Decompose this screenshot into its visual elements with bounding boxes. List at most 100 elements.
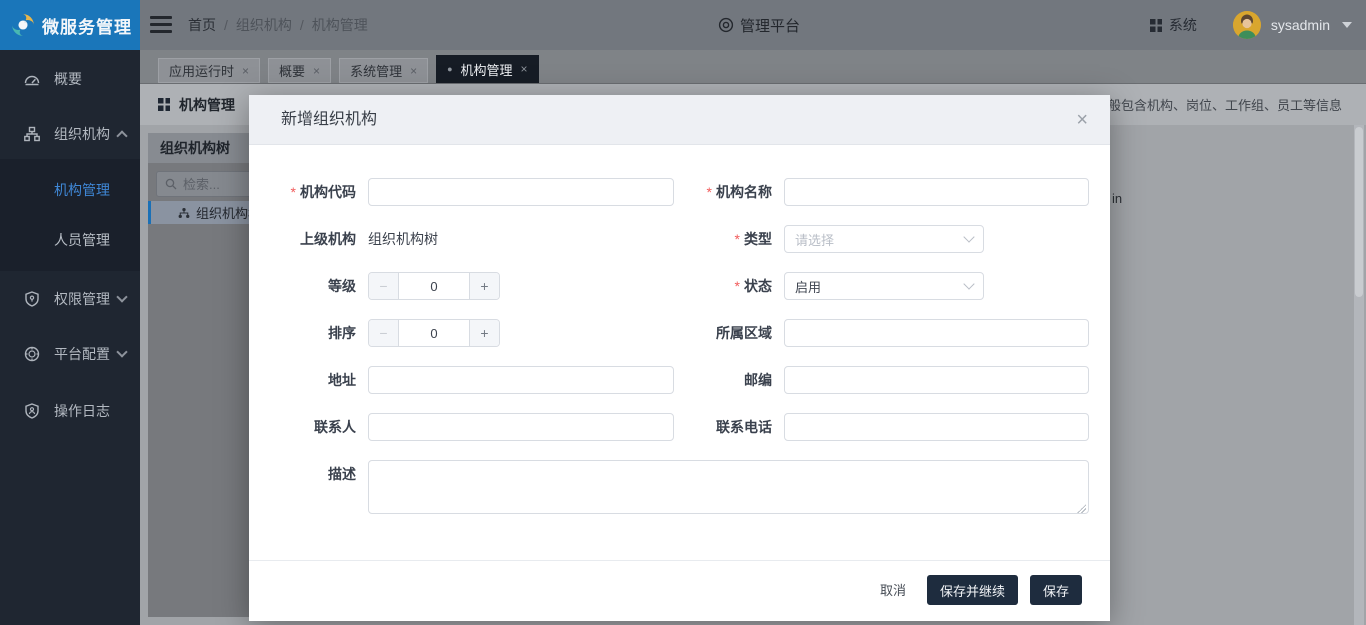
sidebar-item-org-management[interactable]: 机构管理 (0, 165, 140, 215)
platform-label: 管理平台 (740, 15, 800, 36)
sort-value[interactable]: 0 (399, 320, 469, 346)
chevron-down-icon (963, 278, 974, 289)
chevron-up-icon (116, 130, 127, 141)
sidebar-item-label: 概要 (54, 69, 82, 89)
close-icon[interactable]: × (521, 62, 528, 76)
field-label-org-name: *机构名称 (629, 178, 772, 206)
tab-system-management[interactable]: 系统管理 × (339, 58, 428, 83)
app-window: 微服务管理 首页 / 组织机构 / 机构管理 管理平台 (0, 0, 1366, 625)
breadcrumb: 首页 / 组织机构 / 机构管理 (188, 0, 368, 50)
phone-input[interactable] (784, 413, 1089, 441)
close-icon[interactable]: × (410, 64, 417, 78)
field-label-parent-org: 上级机构 (249, 225, 356, 253)
required-icon: * (735, 231, 740, 247)
add-org-modal: 新增组织机构 × *机构代码 *机构名称 上级机构 组织机构树 *类型 请选择 … (249, 95, 1110, 621)
sidebar-item-label: 机构管理 (54, 180, 110, 200)
grid-icon (1150, 19, 1163, 32)
sidebar-item-label: 权限管理 (54, 289, 110, 309)
sidebar-item-label: 操作日志 (54, 401, 110, 421)
tree-panel-title: 组织机构树 (160, 138, 230, 158)
logo-text: 微服务管理 (42, 13, 132, 38)
modal-title: 新增组织机构 (281, 95, 377, 145)
zipcode-input[interactable] (784, 366, 1089, 394)
close-icon[interactable]: × (242, 64, 249, 78)
chevron-down-icon (116, 346, 127, 357)
select-placeholder: 请选择 (795, 230, 965, 249)
increment-button[interactable]: + (469, 273, 499, 299)
sidebar-item-operation-log[interactable]: 操作日志 (0, 386, 140, 436)
tab-org-management[interactable]: ● 机构管理 × (436, 55, 538, 83)
resize-handle-icon[interactable] (1077, 504, 1086, 513)
sidebar-nav: 概要 组织机构 机构管理 人员管理 (0, 50, 140, 625)
field-label-phone: 联系电话 (629, 413, 772, 441)
page-title: 机构管理 (179, 95, 235, 115)
platform-switcher[interactable]: 管理平台 (718, 0, 800, 50)
tab-app-runtime[interactable]: 应用运行时 × (158, 58, 260, 83)
tab-label: 应用运行时 (169, 61, 234, 80)
caret-down-icon[interactable] (1342, 22, 1352, 28)
active-tab-dot-icon: ● (447, 64, 452, 74)
field-label-sort: 排序 (249, 319, 356, 347)
field-label-contact: 联系人 (249, 413, 356, 441)
close-icon[interactable]: × (313, 64, 320, 78)
tab-label: 系统管理 (350, 61, 402, 80)
sidebar-item-overview[interactable]: 概要 (0, 54, 140, 104)
breadcrumb-home[interactable]: 首页 (188, 15, 216, 35)
level-stepper: − 0 + (368, 272, 500, 300)
field-label-status: *状态 (629, 272, 772, 300)
header-right-cluster: 系统 sysadmin (1150, 0, 1352, 50)
modal-header: 新增组织机构 × (249, 95, 1110, 145)
required-icon: * (707, 184, 712, 200)
sidebar-item-platform-config[interactable]: 平台配置 (0, 329, 140, 379)
breadcrumb-separator: / (224, 17, 228, 33)
field-label-org-code: *机构代码 (249, 178, 356, 206)
top-header: 微服务管理 首页 / 组织机构 / 机构管理 管理平台 (0, 0, 1366, 50)
shield-icon (24, 291, 40, 307)
description-textarea[interactable] (368, 460, 1089, 514)
platform-icon (718, 17, 734, 33)
app-logo[interactable]: 微服务管理 (0, 0, 140, 50)
log-badge-icon (24, 403, 40, 419)
region-input[interactable] (784, 319, 1089, 347)
save-button[interactable]: 保存 (1030, 575, 1082, 605)
sitemap-icon (24, 126, 40, 142)
tab-label: 机构管理 (461, 60, 513, 79)
avatar[interactable] (1233, 11, 1261, 39)
open-tabs-bar: 应用运行时 × 概要 × 系统管理 × ● 机构管理 × (140, 50, 1366, 84)
system-label: 系统 (1169, 15, 1197, 35)
scrollbar-thumb[interactable] (1355, 127, 1363, 297)
tab-overview[interactable]: 概要 × (268, 58, 331, 83)
org-name-input[interactable] (784, 178, 1089, 206)
cancel-button[interactable]: 取消 (880, 577, 906, 605)
field-label-region: 所属区域 (629, 319, 772, 347)
sidebar-item-label: 平台配置 (54, 344, 110, 364)
hamburger-menu-icon[interactable] (150, 16, 172, 33)
increment-button[interactable]: + (469, 320, 499, 346)
required-icon: * (735, 278, 740, 294)
sidebar-item-organization[interactable]: 组织机构 (0, 109, 140, 159)
level-value[interactable]: 0 (399, 273, 469, 299)
tab-label: 概要 (279, 61, 305, 80)
system-menu[interactable]: 系统 (1150, 15, 1197, 35)
type-select[interactable]: 请选择 (784, 225, 984, 253)
username[interactable]: sysadmin (1271, 17, 1330, 33)
sidebar-item-label: 组织机构 (54, 124, 110, 144)
sidebar-item-personnel[interactable]: 人员管理 (0, 215, 140, 265)
parent-org-value: 组织机构树 (368, 225, 438, 253)
status-select[interactable]: 启用 (784, 272, 984, 300)
breadcrumb-org[interactable]: 组织机构 (236, 15, 292, 35)
sidebar-submenu: 机构管理 人员管理 (0, 159, 140, 271)
decrement-button[interactable]: − (369, 320, 399, 346)
field-label-zipcode: 邮编 (629, 366, 772, 394)
sitemap-icon (178, 207, 190, 219)
close-icon[interactable]: × (1076, 108, 1088, 132)
globe-gear-icon (24, 346, 40, 362)
save-and-continue-button[interactable]: 保存并继续 (927, 575, 1018, 605)
decrement-button[interactable]: − (369, 273, 399, 299)
field-label-level: 等级 (249, 272, 356, 300)
vertical-scrollbar[interactable] (1354, 125, 1364, 625)
sidebar-item-label: 人员管理 (54, 230, 110, 250)
chevron-down-icon (963, 231, 974, 242)
sidebar-item-permissions[interactable]: 权限管理 (0, 274, 140, 324)
field-label-address: 地址 (249, 366, 356, 394)
